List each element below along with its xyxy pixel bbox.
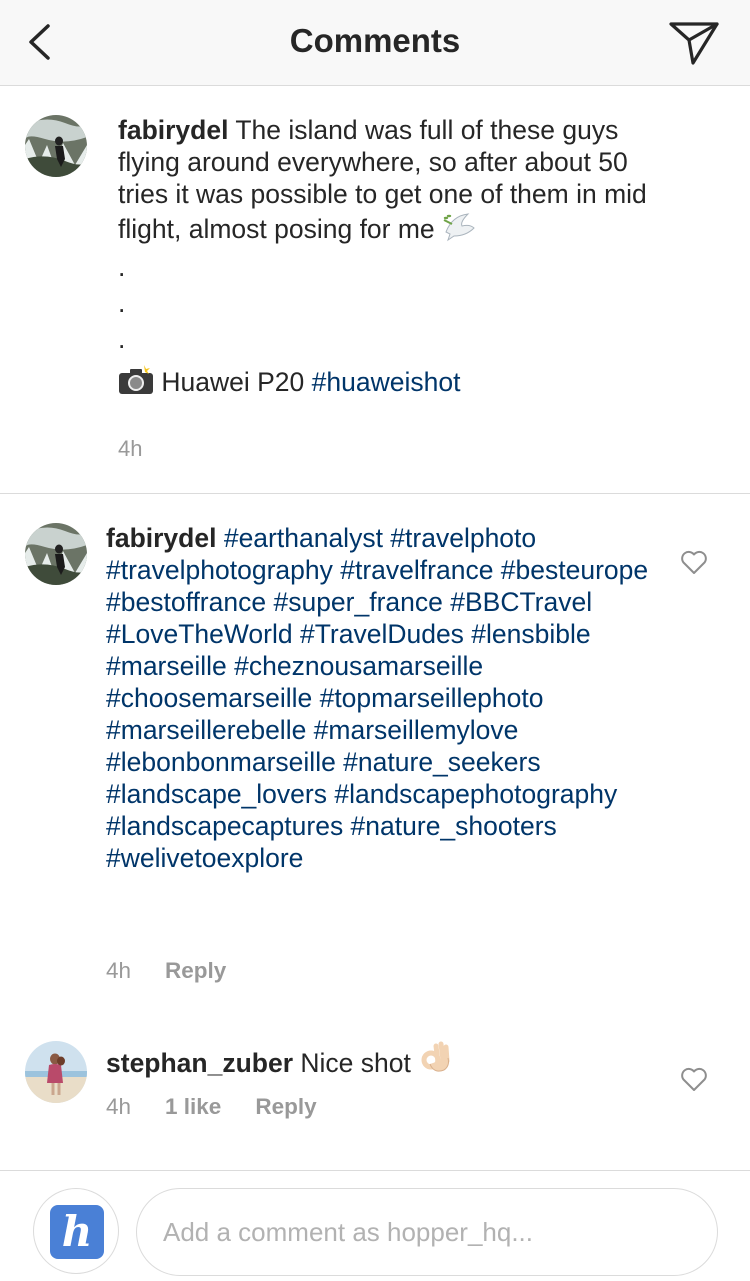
like-heart-icon[interactable] xyxy=(680,549,708,575)
hopper-logo-icon: h xyxy=(50,1205,104,1259)
comment-text: fabirydel #earthanalyst #travelphoto #tr… xyxy=(106,522,666,874)
comment-meta: 4h 1 like Reply xyxy=(106,1094,317,1120)
comment-text: stephan_zuber Nice shot xyxy=(106,1040,666,1083)
comment-input[interactable] xyxy=(136,1188,718,1276)
send-direct-icon[interactable] xyxy=(666,18,722,68)
reply-button[interactable]: Reply xyxy=(255,1094,316,1120)
post-caption: fabirydel The island was full of these g… xyxy=(0,86,750,494)
avatar[interactable] xyxy=(25,523,87,585)
reply-button[interactable]: Reply xyxy=(165,958,226,984)
comment-timestamp: 4h xyxy=(106,1094,132,1119)
page-title: Comments xyxy=(289,22,461,59)
caption-timestamp: 4h xyxy=(118,436,143,461)
likes-count-link[interactable]: 1 like xyxy=(165,1094,221,1120)
comment-username[interactable]: fabirydel xyxy=(106,523,216,553)
camera-flash-icon xyxy=(118,365,154,402)
current-user-avatar: h xyxy=(33,1188,119,1274)
comment-hashtags[interactable]: #earthanalyst #travelphoto #travelphotog… xyxy=(106,523,648,873)
comment-username[interactable]: stephan_zuber xyxy=(106,1048,293,1078)
comment-item: fabirydel #earthanalyst #travelphoto #tr… xyxy=(0,494,750,1014)
caption-body: fabirydel The island was full of these g… xyxy=(118,114,678,402)
comment-body: Nice shot xyxy=(300,1048,411,1078)
caption-camera-line: Huawei P20 #huaweishot xyxy=(118,365,678,402)
caption-dot: . xyxy=(118,288,126,318)
comment-composer: h xyxy=(0,1170,750,1281)
header-bar: Comments xyxy=(0,0,750,86)
avatar[interactable] xyxy=(25,1041,87,1103)
avatar[interactable] xyxy=(25,115,87,177)
caption-dot: . xyxy=(118,324,126,354)
ok-hand-emoji-icon xyxy=(418,1040,454,1083)
hashtag-link[interactable]: #huaweishot xyxy=(312,367,461,397)
caption-username[interactable]: fabirydel xyxy=(118,115,228,145)
dove-emoji-icon xyxy=(442,210,476,249)
comment-meta: 4h Reply xyxy=(106,958,226,984)
comment-item: stephan_zuber Nice shot 4h 1 like Reply xyxy=(0,1014,750,1170)
like-heart-icon[interactable] xyxy=(680,1066,708,1092)
camera-model-text: Huawei P20 xyxy=(161,367,305,397)
caption-dot: . xyxy=(118,252,126,282)
comment-timestamp: 4h xyxy=(106,958,132,983)
